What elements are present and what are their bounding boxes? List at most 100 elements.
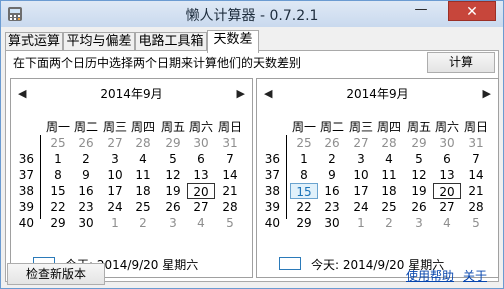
day-cell[interactable]: 2 <box>375 215 403 231</box>
day-cell[interactable]: 2 <box>72 151 100 167</box>
day-cell[interactable]: 3 <box>405 215 433 231</box>
day-cell[interactable]: 6 <box>433 151 461 167</box>
day-cell[interactable]: 10 <box>347 167 375 183</box>
calculate-button[interactable]: 计算 <box>427 52 495 73</box>
day-cell[interactable]: 30 <box>187 135 215 151</box>
day-cell[interactable]: 26 <box>159 199 187 215</box>
day-cell[interactable]: 30 <box>433 135 461 151</box>
day-cell[interactable]: 8 <box>44 167 72 183</box>
close-button[interactable]: ✕ <box>448 1 496 21</box>
day-cell[interactable]: 9 <box>318 167 346 183</box>
day-cell[interactable]: 3 <box>159 215 187 231</box>
day-cell[interactable]: 1 <box>347 215 375 231</box>
day-cell[interactable]: 30 <box>318 215 346 231</box>
day-cell[interactable]: 27 <box>433 199 461 215</box>
day-cell[interactable]: 1 <box>101 215 129 231</box>
month-label[interactable]: 2014年9月 <box>11 85 252 102</box>
day-cell[interactable]: 9 <box>72 167 100 183</box>
day-cell[interactable]: 25 <box>290 135 318 151</box>
day-cell[interactable]: 26 <box>405 199 433 215</box>
day-cell[interactable]: 23 <box>72 199 100 215</box>
day-cell[interactable]: 15 <box>290 183 318 199</box>
help-link[interactable]: 使用帮助 <box>406 267 454 284</box>
day-cell[interactable]: 17 <box>347 183 375 199</box>
day-cell[interactable]: 14 <box>216 167 244 183</box>
day-cell[interactable]: 30 <box>72 215 100 231</box>
day-cell[interactable]: 22 <box>290 199 318 215</box>
day-cell[interactable]: 5 <box>405 151 433 167</box>
day-cell[interactable]: 18 <box>129 183 157 199</box>
day-cell[interactable]: 4 <box>375 151 403 167</box>
day-cell[interactable]: 1 <box>290 151 318 167</box>
day-cell[interactable]: 31 <box>216 135 244 151</box>
day-cell[interactable]: 11 <box>375 167 403 183</box>
day-cell[interactable]: 20 <box>187 183 215 199</box>
day-cell[interactable]: 21 <box>216 183 244 199</box>
day-cell[interactable]: 23 <box>318 199 346 215</box>
day-cell[interactable]: 28 <box>375 135 403 151</box>
day-cell[interactable]: 18 <box>375 183 403 199</box>
day-cell[interactable]: 27 <box>187 199 215 215</box>
day-cell[interactable]: 8 <box>290 167 318 183</box>
day-cell[interactable]: 1 <box>44 151 72 167</box>
day-cell[interactable]: 29 <box>44 215 72 231</box>
day-cell[interactable]: 10 <box>101 167 129 183</box>
day-cell[interactable]: 16 <box>318 183 346 199</box>
week-separator <box>40 135 41 219</box>
calendar-start[interactable]: ◀ ▶ 2014年9月 周一 周二 周三 周四 周五 周六 周日 36 37 38 39 40 25 26 27 2… <box>10 78 253 278</box>
tab-day-difference[interactable]: 天数差 <box>207 30 259 53</box>
day-cell[interactable]: 29 <box>405 135 433 151</box>
day-cell[interactable]: 25 <box>129 199 157 215</box>
day-cell[interactable]: 22 <box>44 199 72 215</box>
month-label[interactable]: 2014年9月 <box>257 85 498 102</box>
calendar-end[interactable]: ◀ ▶ 2014年9月 周一 周二 周三 周四 周五 周六 周日 36 37 38 39 40 25 26 27 2… <box>256 78 499 278</box>
day-cell[interactable]: 7 <box>216 151 244 167</box>
day-cell[interactable]: 13 <box>433 167 461 183</box>
day-cell[interactable]: 5 <box>462 215 490 231</box>
minimize-button[interactable]: — <box>408 1 434 21</box>
day-cell[interactable]: 2 <box>318 151 346 167</box>
day-cell[interactable]: 11 <box>129 167 157 183</box>
day-cell[interactable]: 12 <box>159 167 187 183</box>
day-cell[interactable]: 29 <box>290 215 318 231</box>
check-update-button[interactable]: 检查新版本 <box>7 263 105 285</box>
day-cell[interactable]: 28 <box>462 199 490 215</box>
day-cell[interactable]: 15 <box>44 183 72 199</box>
tab-average-deviation[interactable]: 平均与偏差 <box>63 32 135 51</box>
day-cell[interactable]: 3 <box>101 151 129 167</box>
day-cell[interactable]: 24 <box>101 199 129 215</box>
day-cell[interactable]: 12 <box>405 167 433 183</box>
day-cell[interactable]: 26 <box>72 135 100 151</box>
day-cell[interactable]: 28 <box>216 199 244 215</box>
day-cell[interactable]: 24 <box>347 199 375 215</box>
tab-circuit-toolbox[interactable]: 电路工具箱 <box>135 32 207 51</box>
day-cell[interactable]: 13 <box>187 167 215 183</box>
day-cell[interactable]: 27 <box>101 135 129 151</box>
day-cell[interactable]: 17 <box>101 183 129 199</box>
tab-expression[interactable]: 算式运算 <box>5 32 63 51</box>
day-cell[interactable]: 26 <box>318 135 346 151</box>
day-cell[interactable]: 25 <box>44 135 72 151</box>
day-cell[interactable]: 6 <box>187 151 215 167</box>
day-cell[interactable]: 16 <box>72 183 100 199</box>
day-cell[interactable]: 19 <box>405 183 433 199</box>
day-cell[interactable]: 19 <box>159 183 187 199</box>
day-cell[interactable]: 21 <box>462 183 490 199</box>
day-cell[interactable]: 7 <box>462 151 490 167</box>
day-cell[interactable]: 20 <box>433 183 461 199</box>
day-cell[interactable]: 5 <box>216 215 244 231</box>
day-cell[interactable]: 14 <box>462 167 490 183</box>
day-cell[interactable]: 28 <box>129 135 157 151</box>
day-cell[interactable]: 3 <box>347 151 375 167</box>
about-link[interactable]: 关于 <box>463 267 487 284</box>
day-cell[interactable]: 2 <box>129 215 157 231</box>
day-cell[interactable]: 5 <box>159 151 187 167</box>
day-cell[interactable]: 29 <box>159 135 187 151</box>
day-cell[interactable]: 4 <box>187 215 215 231</box>
day-cell[interactable]: 4 <box>129 151 157 167</box>
day-cell[interactable]: 31 <box>462 135 490 151</box>
day-cell[interactable]: 27 <box>347 135 375 151</box>
weekday-header: 周一 <box>291 120 316 134</box>
day-cell[interactable]: 25 <box>375 199 403 215</box>
day-cell[interactable]: 4 <box>433 215 461 231</box>
